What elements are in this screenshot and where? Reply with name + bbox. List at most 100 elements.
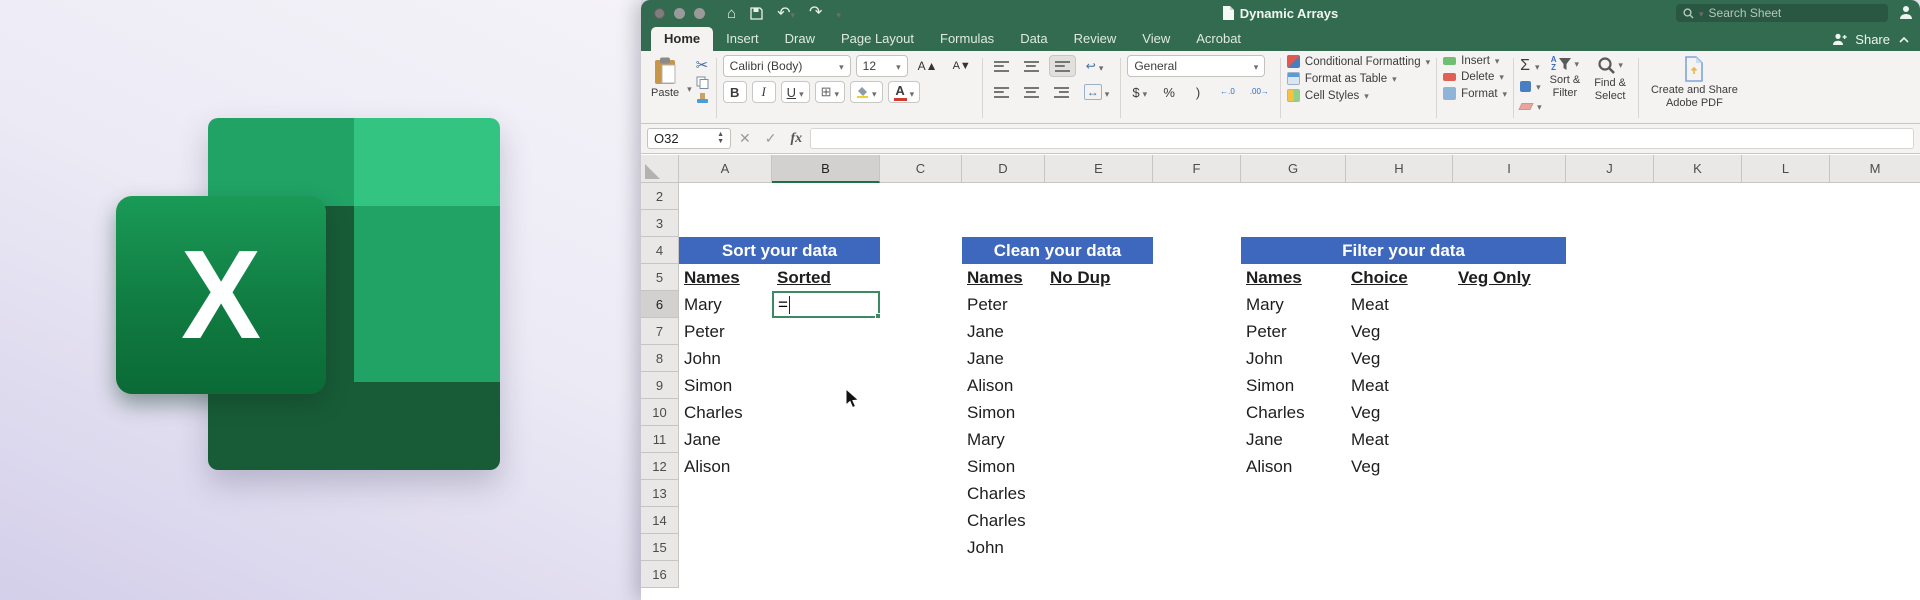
row-header-7[interactable]: 7 [641, 318, 679, 345]
row-header-2[interactable]: 2 [641, 183, 679, 210]
cell-D12[interactable]: Simon [962, 453, 1045, 480]
row-header-13[interactable]: 13 [641, 480, 679, 507]
search-sheet-box[interactable]: Search Sheet [1676, 4, 1888, 22]
decrease-decimal-button[interactable]: .00→ [1245, 81, 1274, 103]
collapse-ribbon-chevron-icon[interactable] [1898, 36, 1910, 44]
column-header-M[interactable]: M [1830, 155, 1920, 183]
column-header-E[interactable]: E [1045, 155, 1153, 183]
column-header-C[interactable]: C [880, 155, 962, 183]
align-center-button[interactable] [1019, 81, 1044, 103]
row-header-8[interactable]: 8 [641, 345, 679, 372]
cell-B5[interactable]: Sorted [772, 264, 880, 291]
cell-D10[interactable]: Simon [962, 399, 1045, 426]
share-button[interactable]: Share [1855, 32, 1890, 47]
tab-review[interactable]: Review [1061, 27, 1130, 51]
cell-G9[interactable]: Simon [1241, 372, 1346, 399]
font-name-select[interactable]: Calibri (Body) [722, 55, 851, 77]
formula-input[interactable] [810, 128, 1914, 149]
comma-format-button[interactable]: ) [1186, 81, 1210, 103]
merge-center-button[interactable]: ↔ [1079, 81, 1115, 103]
column-header-B[interactable]: B [772, 155, 880, 183]
wrap-text-button[interactable]: ↩ [1081, 55, 1109, 77]
cell-D8[interactable]: Jane [962, 345, 1045, 372]
fill-button[interactable] [1520, 77, 1542, 95]
tab-formulas[interactable]: Formulas [927, 27, 1007, 51]
insert-function-icon[interactable]: fx [790, 131, 802, 147]
cell-G10[interactable]: Charles [1241, 399, 1346, 426]
save-icon[interactable] [750, 6, 763, 20]
account-person-icon[interactable] [1898, 4, 1914, 20]
tab-data[interactable]: Data [1007, 27, 1060, 51]
shrink-font-button[interactable]: A▼ [948, 55, 976, 77]
align-right-button[interactable] [1049, 81, 1074, 103]
cell-A8[interactable]: John [679, 345, 772, 372]
format-cells-button[interactable]: Format [1443, 87, 1507, 100]
column-header-H[interactable]: H [1346, 155, 1453, 183]
clear-button[interactable] [1518, 97, 1542, 115]
create-share-adobe-pdf-button[interactable]: Create and Share Adobe PDF [1645, 55, 1744, 121]
sort-filter-button[interactable]: AZ Sort &Filter [1544, 55, 1587, 121]
number-format-select[interactable]: General [1127, 55, 1266, 77]
tab-page-layout[interactable]: Page Layout [828, 27, 927, 51]
autosum-button[interactable]: Σ [1520, 57, 1542, 75]
percent-format-button[interactable]: % [1157, 81, 1181, 103]
cell-styles-button[interactable]: Cell Styles [1286, 89, 1430, 102]
cell-H11[interactable]: Meat [1346, 426, 1453, 453]
cell-I5[interactable]: Veg Only [1453, 264, 1566, 291]
paste-button[interactable]: Paste [647, 55, 683, 121]
font-color-button[interactable]: A [887, 81, 921, 103]
conditional-formatting-button[interactable]: Conditional Formatting [1286, 55, 1430, 68]
tab-view[interactable]: View [1129, 27, 1183, 51]
select-all-corner[interactable] [641, 155, 679, 183]
cell-H8[interactable]: Veg [1346, 345, 1453, 372]
name-box[interactable]: O32 ▲ ▼ [647, 128, 731, 149]
close-window-button[interactable] [654, 7, 665, 19]
cell-E5[interactable]: No Dup [1045, 264, 1153, 291]
undo-button[interactable]: ↶ [777, 5, 795, 22]
cell-G5[interactable]: Names [1241, 264, 1346, 291]
name-box-spinner[interactable]: ▲ ▼ [717, 131, 724, 145]
column-header-G[interactable]: G [1241, 155, 1346, 183]
cell-A10[interactable]: Charles [679, 399, 772, 426]
row-header-12[interactable]: 12 [641, 453, 679, 480]
cell-D15[interactable]: John [962, 534, 1045, 561]
row-header-5[interactable]: 5 [641, 264, 679, 291]
cell-D14[interactable]: Charles [962, 507, 1045, 534]
cell-G8[interactable]: John [1241, 345, 1346, 372]
cell-G6[interactable]: Mary [1241, 291, 1346, 318]
currency-format-button[interactable]: $ [1127, 81, 1152, 103]
cell-G11[interactable]: Jane [1241, 426, 1346, 453]
tab-home[interactable]: Home [651, 27, 714, 51]
find-select-button[interactable]: Find &Select [1588, 55, 1632, 121]
cell-A11[interactable]: Jane [679, 426, 772, 453]
insert-cells-button[interactable]: Insert [1443, 55, 1507, 67]
column-header-J[interactable]: J [1566, 155, 1654, 183]
underline-button[interactable]: U [780, 81, 810, 103]
column-header-L[interactable]: L [1742, 155, 1830, 183]
row-header-6[interactable]: 6 [641, 291, 679, 318]
cell-H5[interactable]: Choice [1346, 264, 1453, 291]
cell-H9[interactable]: Meat [1346, 372, 1453, 399]
increase-decimal-button[interactable]: ←.0 [1215, 81, 1240, 103]
column-header-A[interactable]: A [679, 155, 772, 183]
row-header-15[interactable]: 15 [641, 534, 679, 561]
cell-D7[interactable]: Jane [962, 318, 1045, 345]
redo-button[interactable]: ↷ [809, 5, 822, 21]
column-header-F[interactable]: F [1153, 155, 1241, 183]
cell-D13[interactable]: Charles [962, 480, 1045, 507]
align-top-button[interactable] [989, 55, 1014, 77]
cancel-entry-icon[interactable]: ✕ [739, 130, 751, 147]
grow-font-button[interactable]: A▲ [913, 55, 943, 77]
cell-A7[interactable]: Peter [679, 318, 772, 345]
toolbar-options-icon[interactable] [836, 5, 841, 21]
cell-H7[interactable]: Veg [1346, 318, 1453, 345]
column-header-K[interactable]: K [1654, 155, 1742, 183]
font-size-select[interactable]: 12 [855, 55, 908, 77]
italic-button[interactable]: I [751, 81, 776, 103]
align-middle-button[interactable] [1019, 55, 1044, 77]
minimize-window-button[interactable] [674, 7, 685, 19]
cell-A5[interactable]: Names [679, 264, 772, 291]
paste-options-caret-icon[interactable] [687, 79, 692, 97]
row-header-14[interactable]: 14 [641, 507, 679, 534]
align-left-button[interactable] [989, 81, 1014, 103]
